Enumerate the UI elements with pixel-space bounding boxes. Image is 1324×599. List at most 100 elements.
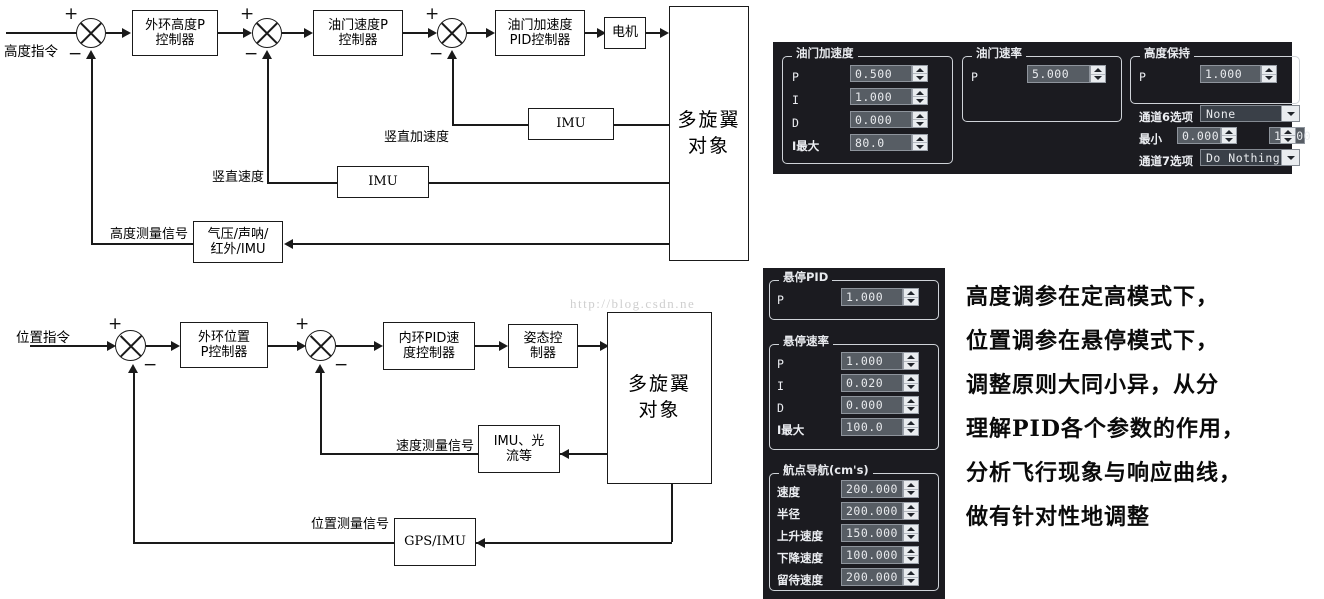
spinner-down-icon[interactable] bbox=[904, 554, 918, 564]
field-throttle-accel-imax[interactable]: 80.0 bbox=[850, 134, 912, 151]
spinner-up-icon[interactable] bbox=[904, 547, 918, 555]
arrow-to-gpsimu bbox=[476, 538, 485, 548]
block-attitude-ctrl: 姿态控 制器 bbox=[508, 324, 578, 368]
spinner-up-icon[interactable] bbox=[904, 419, 918, 427]
spinner-down-icon[interactable] bbox=[913, 119, 927, 127]
spinner-down-icon[interactable] bbox=[904, 296, 918, 306]
field-throttle-accel-p[interactable]: 0.500 bbox=[850, 65, 912, 82]
sum-pos1-minus: − bbox=[143, 355, 158, 375]
input-label-position: 位置指令 bbox=[16, 330, 70, 346]
field-loiter-rate-i[interactable]: 0.020 bbox=[841, 374, 903, 392]
spinner-up-icon[interactable] bbox=[904, 525, 918, 533]
field-wp-ascend[interactable]: 150.000 bbox=[841, 524, 903, 542]
summing-junction-pos-1 bbox=[115, 330, 146, 361]
field-throttle-rate-p[interactable]: 5.000 bbox=[1027, 65, 1090, 83]
field-wp-radius[interactable]: 200.000 bbox=[841, 502, 903, 520]
spinner-up-icon[interactable] bbox=[904, 569, 918, 577]
link-sum1-outerpos bbox=[146, 345, 174, 347]
group-title-loiter-pid: 悬停PID bbox=[779, 271, 833, 284]
spinner-up-icon[interactable] bbox=[913, 66, 927, 73]
field-throttle-accel-d[interactable]: 0.000 bbox=[850, 111, 912, 128]
label-throttle-accel-p: P bbox=[792, 70, 799, 84]
field-loiter-rate-d[interactable]: 0.000 bbox=[841, 396, 903, 414]
spinner-down-icon[interactable] bbox=[1281, 135, 1295, 143]
link-gpsimu-left bbox=[133, 542, 394, 544]
sum-pos2-plus: + bbox=[295, 314, 310, 334]
spinner-up-icon[interactable] bbox=[913, 135, 927, 142]
spinner-down-icon[interactable] bbox=[1262, 73, 1276, 83]
chevron-down-icon[interactable] bbox=[1281, 106, 1299, 121]
spinner-down-icon[interactable] bbox=[904, 360, 918, 370]
spinner-down-icon[interactable] bbox=[913, 73, 927, 81]
field-min-value[interactable]: 0.000 bbox=[1177, 127, 1221, 144]
spinner-up-icon[interactable] bbox=[904, 289, 918, 297]
spinner-max-value[interactable] bbox=[1280, 127, 1296, 144]
spinner-alt-hold-p[interactable] bbox=[1261, 65, 1277, 83]
spinner-throttle-accel-imax[interactable] bbox=[912, 134, 928, 151]
spinner-throttle-accel-d[interactable] bbox=[912, 111, 928, 128]
spinner-wp-radius[interactable] bbox=[903, 502, 919, 520]
chevron-down-icon[interactable] bbox=[1281, 150, 1299, 165]
block-inner-pid-vel: 内环PID速 度控制器 bbox=[383, 322, 475, 370]
label-loiter-rate-i: I bbox=[777, 379, 784, 393]
arrow-to-innerpid bbox=[374, 341, 383, 351]
field-wp-loiter[interactable]: 200.000 bbox=[841, 568, 903, 586]
arrow-to-imuflow bbox=[560, 449, 569, 459]
field-wp-descend[interactable]: 100.000 bbox=[841, 546, 903, 564]
spinner-loiter-rate-i[interactable] bbox=[903, 374, 919, 392]
field-loiter-rate-p[interactable]: 1.000 bbox=[841, 352, 903, 370]
spinner-down-icon[interactable] bbox=[904, 426, 918, 436]
sum-pos2-minus: − bbox=[334, 355, 349, 375]
spinner-down-icon[interactable] bbox=[913, 96, 927, 104]
spinner-up-icon[interactable] bbox=[1091, 66, 1105, 74]
spinner-wp-speed[interactable] bbox=[903, 480, 919, 498]
caption-text: 高度调参在定高模式下， 位置调参在悬停模式下， 调整原则大同小异，从分 理解PI… bbox=[966, 284, 1245, 530]
spinner-up-icon[interactable] bbox=[904, 353, 918, 361]
spinner-wp-loiter[interactable] bbox=[903, 568, 919, 586]
spinner-up-icon[interactable] bbox=[904, 503, 918, 511]
field-loiter-rate-imax[interactable]: 100.0 bbox=[841, 418, 903, 436]
spinner-wp-ascend[interactable] bbox=[903, 524, 919, 542]
spinner-loiter-rate-imax[interactable] bbox=[903, 418, 919, 436]
spinner-down-icon[interactable] bbox=[904, 576, 918, 586]
spinner-up-icon[interactable] bbox=[913, 89, 927, 96]
spinner-throttle-accel-p[interactable] bbox=[912, 65, 928, 82]
spinner-down-icon[interactable] bbox=[904, 382, 918, 392]
group-title-throttle-accel: 油门加速度 bbox=[792, 47, 858, 60]
label-loiter-rate-p: P bbox=[777, 357, 784, 371]
spinner-loiter-rate-p[interactable] bbox=[903, 352, 919, 370]
spinner-throttle-rate-p[interactable] bbox=[1090, 65, 1106, 83]
label-wp-speed: 速度 bbox=[777, 485, 800, 499]
spinner-down-icon[interactable] bbox=[913, 142, 927, 150]
spinner-up-icon[interactable] bbox=[904, 375, 918, 383]
spinner-down-icon[interactable] bbox=[1222, 135, 1236, 143]
spinner-min-value[interactable] bbox=[1221, 127, 1237, 144]
spinner-loiter-pid-p[interactable] bbox=[903, 288, 919, 306]
field-loiter-pid-p[interactable]: 1.000 bbox=[841, 288, 903, 306]
spinner-wp-descend[interactable] bbox=[903, 546, 919, 564]
label-loiter-pid-p: P bbox=[777, 293, 784, 307]
combo-ch7-option[interactable]: Do Nothing bbox=[1200, 149, 1300, 166]
spinner-down-icon[interactable] bbox=[1091, 73, 1105, 83]
spinner-up-icon[interactable] bbox=[1281, 128, 1295, 135]
spinner-up-icon[interactable] bbox=[904, 397, 918, 405]
label-alt-hold-p: P bbox=[1139, 70, 1146, 84]
spinner-up-icon[interactable] bbox=[904, 481, 918, 489]
block-imu-flow: IMU、光 流等 bbox=[478, 425, 560, 473]
spinner-down-icon[interactable] bbox=[904, 532, 918, 542]
arrow-to-outerpos bbox=[171, 341, 180, 351]
spinner-down-icon[interactable] bbox=[904, 404, 918, 414]
field-throttle-accel-i[interactable]: 1.000 bbox=[850, 88, 912, 105]
spinner-down-icon[interactable] bbox=[904, 488, 918, 498]
spinner-loiter-rate-d[interactable] bbox=[903, 396, 919, 414]
field-wp-speed[interactable]: 200.000 bbox=[841, 480, 903, 498]
combo-ch6-option[interactable]: None bbox=[1200, 105, 1300, 122]
block-gps-imu: GPS/IMU bbox=[394, 518, 476, 566]
spinner-down-icon[interactable] bbox=[904, 510, 918, 520]
spinner-up-icon[interactable] bbox=[1222, 128, 1236, 135]
spinner-throttle-accel-i[interactable] bbox=[912, 88, 928, 105]
label-ch7-option: 通道7选项 bbox=[1139, 154, 1194, 168]
spinner-up-icon[interactable] bbox=[913, 112, 927, 119]
field-alt-hold-p[interactable]: 1.000 bbox=[1200, 65, 1261, 83]
spinner-up-icon[interactable] bbox=[1262, 66, 1276, 74]
